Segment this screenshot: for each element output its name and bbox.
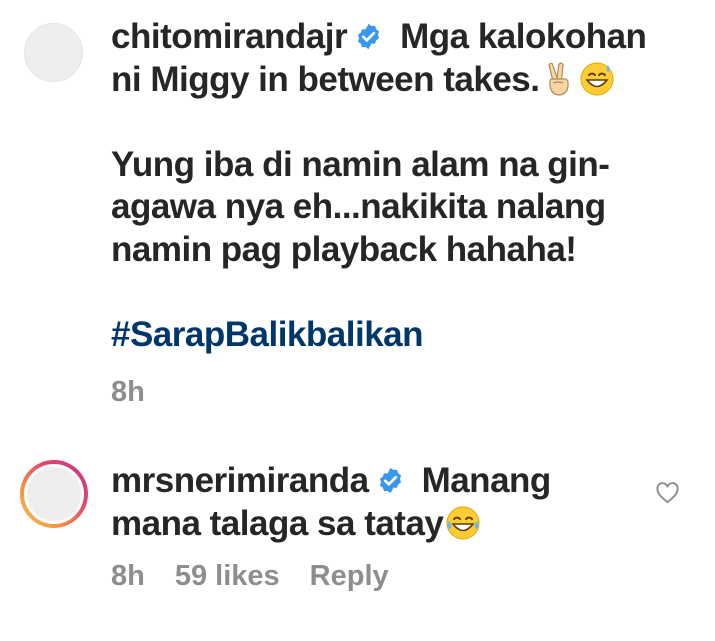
timestamp[interactable]: 8h	[111, 560, 145, 592]
verified-badge-icon	[358, 23, 380, 50]
victory-hand-emoji-icon	[548, 62, 570, 96]
likes-count[interactable]: 59 likes	[175, 560, 280, 592]
avatar[interactable]	[24, 464, 84, 524]
comment-body: chitomirandajr Mga kalokohan ni Miggy in …	[111, 16, 701, 356]
hashtag-link[interactable]: #SarapBalikbalikan	[111, 315, 424, 354]
verified-badge-icon	[379, 467, 401, 494]
tears-of-joy-emoji-icon	[446, 506, 480, 539]
username[interactable]: mrsnerimiranda	[111, 461, 369, 500]
comment-paragraph-2: Yung iba di namin alam na gin- agawa nya…	[111, 144, 610, 269]
comment-line-1: Mga kalokohan	[400, 17, 647, 56]
comment-meta: 8h	[111, 376, 175, 409]
avatar[interactable]	[24, 23, 83, 82]
like-heart-icon[interactable]	[656, 482, 679, 504]
comment-line-2: ni Miggy in between takes.	[111, 59, 540, 99]
reply-button[interactable]: Reply	[310, 560, 389, 592]
comment-body: mrsnerimiranda Manang mana talaga sa tata…	[111, 460, 571, 545]
comment-meta: 8h 59 likes Reply	[111, 560, 419, 593]
timestamp[interactable]: 8h	[111, 376, 145, 408]
grinning-sweat-emoji-icon	[580, 62, 614, 95]
username[interactable]: chitomirandajr	[111, 17, 348, 56]
comment-line-1: Manang	[421, 461, 552, 500]
comment-line-2: mana talaga sa tatay	[111, 503, 444, 543]
story-ring[interactable]	[20, 460, 88, 528]
